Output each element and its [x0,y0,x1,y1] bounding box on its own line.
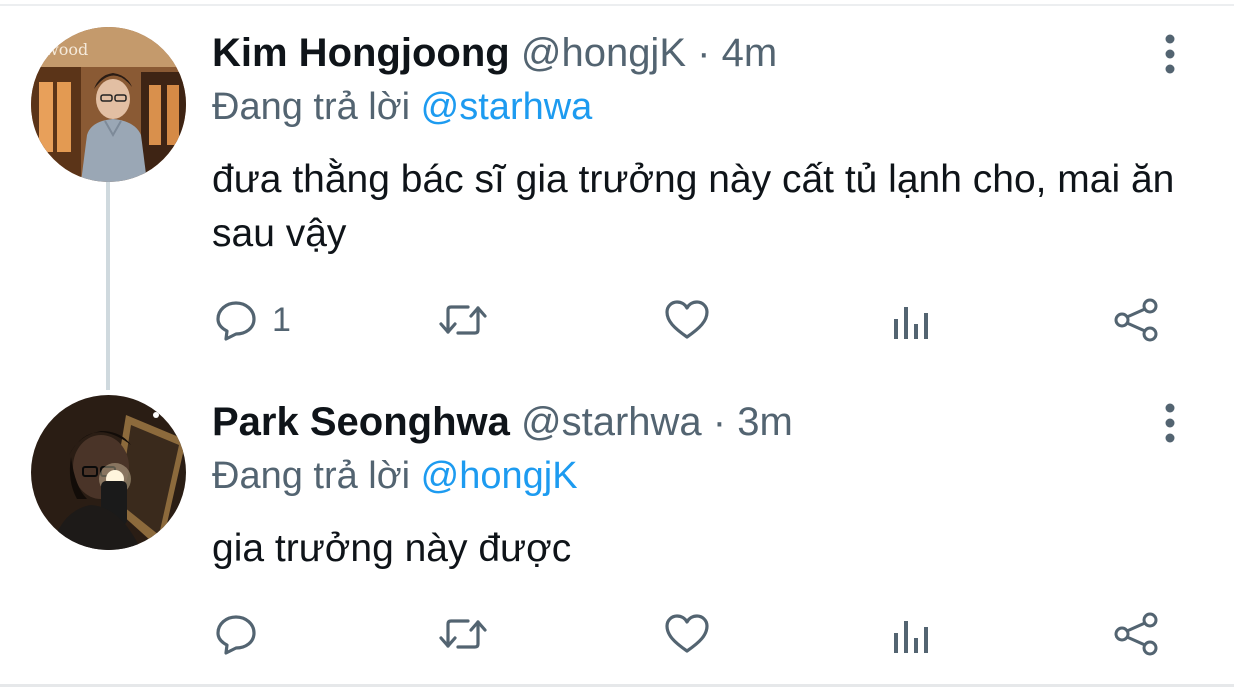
tweet-header: Kim Hongjoong @hongjK · 4m [212,30,777,76]
share-button[interactable] [1114,612,1160,656]
share-icon [1114,298,1158,342]
top-divider [0,4,1234,6]
reply-button[interactable] [214,612,272,656]
analytics-button[interactable] [891,614,931,658]
reply-count: 1 [272,301,291,339]
heart-icon [665,300,709,339]
avatar-sign-text: wood [45,40,88,59]
more-vertical-icon[interactable] [1158,401,1182,445]
more-vertical-icon[interactable] [1158,32,1182,76]
replying-to: Đang trả lời @hongjK [212,453,578,499]
retweet-button[interactable] [438,298,488,342]
display-name[interactable]: Kim Hongjoong [212,31,510,75]
user-handle[interactable]: @hongjK [521,31,686,75]
share-icon [1114,612,1158,656]
tweet-header: Park Seonghwa @starhwa · 3m [212,399,793,445]
avatar[interactable] [31,395,186,550]
like-button[interactable] [664,298,710,342]
avatar[interactable]: wood [31,27,186,182]
timestamp[interactable]: 4m [722,31,778,75]
thread-connector-line [106,182,110,390]
like-button[interactable] [664,612,710,656]
tweet-text: gia trưởng này được [212,527,572,570]
separator: · [697,31,711,75]
share-button[interactable] [1114,298,1160,342]
replying-to-label: Đang trả lời [212,86,411,128]
analytics-button[interactable] [891,300,931,344]
replying-to-label: Đang trả lời [212,455,411,497]
bottom-divider [0,684,1234,687]
replying-to: Đang trả lời @starhwa [212,84,592,130]
retweet-icon [439,619,487,649]
reply-icon [216,301,256,341]
heart-icon [665,614,709,653]
tweet-text: đưa thằng bác sĩ gia trưởng này cất tủ l… [212,158,1175,255]
separator: · [712,400,727,444]
replying-to-mention[interactable]: @starhwa [421,86,593,128]
analytics-icon [894,621,928,653]
analytics-icon [894,307,928,339]
user-handle[interactable]: @starhwa [521,400,702,444]
replying-to-mention[interactable]: @hongjK [421,455,578,497]
reply-icon [216,615,256,655]
timestamp[interactable]: 3m [737,400,793,444]
retweet-button[interactable] [438,612,488,656]
retweet-icon [439,305,487,335]
display-name[interactable]: Park Seonghwa [212,400,510,444]
reply-button[interactable]: 1 [214,298,291,342]
